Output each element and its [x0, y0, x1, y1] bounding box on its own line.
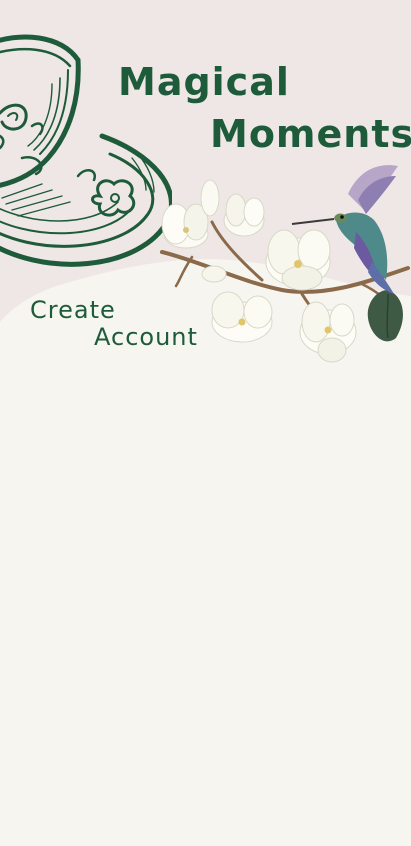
- leaf-icon: [367, 290, 403, 342]
- app-title-line-1: Magical: [118, 60, 290, 104]
- magnolia-bud-icon: [200, 179, 265, 283]
- app-title-line-2: Moments: [210, 112, 411, 156]
- form-area: [0, 380, 411, 846]
- teacup-illustration: [0, 34, 172, 267]
- create-account-screen: Magical Moments Create Account: [0, 0, 411, 846]
- page-heading-line-1: Create: [30, 296, 116, 324]
- magnolia-flower-icon: [299, 301, 357, 363]
- magnolia-flower-icon: [211, 291, 273, 343]
- magnolia-flower-icon: [265, 229, 331, 291]
- magnolia-flower-icon: [161, 203, 209, 249]
- page-heading-line-2: Account: [94, 323, 198, 351]
